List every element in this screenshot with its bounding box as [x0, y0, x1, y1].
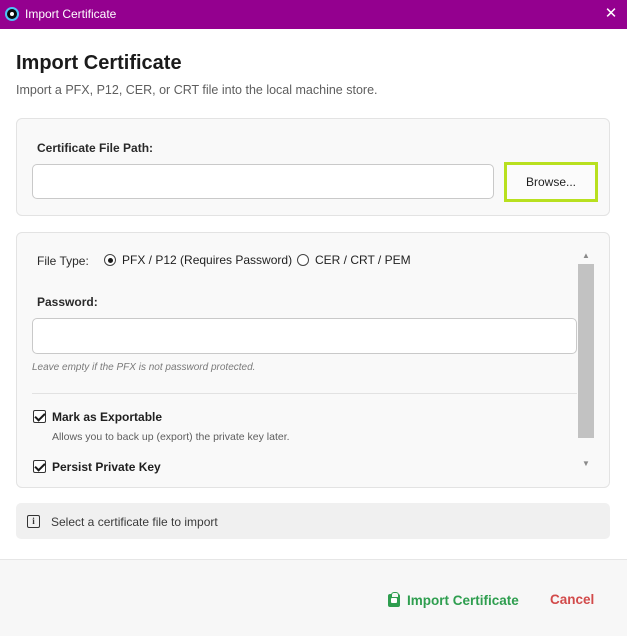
scroll-down-arrow[interactable]: ▼: [578, 457, 594, 471]
mark-exportable-checkbox[interactable]: [33, 410, 46, 423]
close-icon[interactable]: ✕: [601, 4, 621, 24]
browse-button[interactable]: Browse...: [504, 162, 598, 202]
app-icon: [5, 7, 19, 21]
radio-pfx[interactable]: [104, 254, 116, 266]
radio-pfx-label[interactable]: PFX / P12 (Requires Password): [122, 253, 292, 267]
options-card: [16, 232, 610, 488]
page-title: Import Certificate: [16, 52, 182, 74]
mark-exportable-description: Allows you to back up (export) the priva…: [52, 431, 290, 443]
certificate-file-path-input[interactable]: [32, 164, 494, 199]
radio-cer[interactable]: [297, 254, 309, 266]
file-type-label: File Type:: [37, 254, 89, 268]
certificate-file-path-label: Certificate File Path:: [37, 141, 154, 155]
import-certificate-button[interactable]: Import Certificate: [388, 589, 519, 611]
status-message: Select a certificate file to import: [51, 515, 218, 529]
import-certificate-label: Import Certificate: [407, 592, 519, 608]
password-hint: Leave empty if the PFX is not password p…: [32, 362, 256, 373]
certificate-icon: [388, 591, 400, 607]
mark-exportable-label[interactable]: Mark as Exportable: [52, 410, 162, 424]
page-subtitle: Import a PFX, P12, CER, or CRT file into…: [16, 83, 378, 97]
title-bar: Import Certificate ✕: [0, 0, 627, 29]
persist-private-key-label[interactable]: Persist Private Key: [52, 460, 161, 474]
persist-private-key-checkbox[interactable]: [33, 460, 46, 473]
footer: [0, 560, 627, 636]
password-field[interactable]: [32, 318, 577, 354]
scroll-up-arrow[interactable]: ▲: [578, 249, 594, 263]
scrollbar-thumb[interactable]: [578, 264, 594, 438]
divider: [32, 393, 577, 394]
radio-cer-label[interactable]: CER / CRT / PEM: [315, 253, 411, 267]
cancel-button[interactable]: Cancel: [550, 592, 594, 607]
info-icon: i: [27, 515, 40, 528]
window-title: Import Certificate: [25, 7, 117, 21]
password-label: Password:: [37, 295, 98, 309]
